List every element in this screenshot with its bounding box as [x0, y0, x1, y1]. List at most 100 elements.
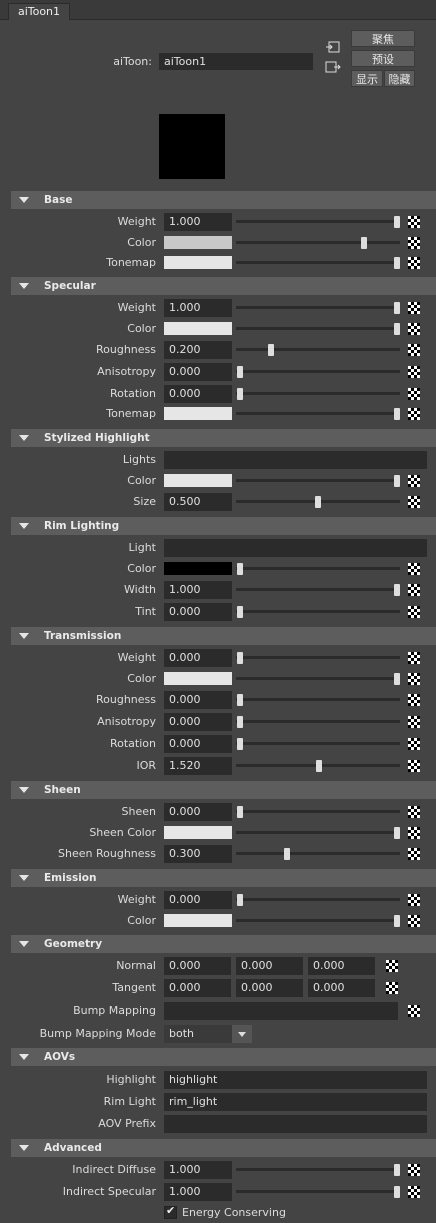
transmission-anisotropy-field[interactable]: 0.000: [164, 713, 232, 731]
sheen-map-button[interactable]: [408, 806, 420, 818]
section-stylized-highlight[interactable]: Stylized Highlight: [11, 429, 436, 447]
transmission-weight-map-button[interactable]: [408, 652, 420, 664]
specular-tonemap-map-button[interactable]: [408, 408, 420, 420]
section-aovs[interactable]: AOVs: [11, 1048, 436, 1066]
specular-color-slider[interactable]: [236, 327, 400, 330]
tangent-z-field[interactable]: 0.000: [308, 979, 375, 997]
tangent-x-field[interactable]: 0.000: [164, 979, 231, 997]
output-connections-icon[interactable]: [325, 60, 341, 74]
specular-roughness-map-button[interactable]: [408, 344, 420, 356]
transmission-color-slider-handle[interactable]: [394, 673, 400, 685]
tangent-y-field[interactable]: 0.000: [236, 979, 303, 997]
indirect-diffuse-slider-handle[interactable]: [394, 1164, 400, 1176]
emission-weight-slider-handle[interactable]: [237, 894, 243, 906]
base-tonemap-map-button[interactable]: [408, 257, 420, 269]
transmission-rotation-slider[interactable]: [236, 742, 400, 745]
stylized-size-field[interactable]: 0.500: [164, 493, 232, 511]
specular-anisotropy-map-button[interactable]: [408, 366, 420, 378]
emission-color-map-button[interactable]: [408, 915, 420, 927]
tangent-map-button[interactable]: [386, 982, 398, 994]
transmission-anisotropy-map-button[interactable]: [408, 716, 420, 728]
node-name-field[interactable]: aiToon1: [159, 53, 313, 70]
rim-width-slider-handle[interactable]: [394, 584, 400, 596]
specular-color-swatch[interactable]: [164, 322, 232, 335]
specular-tonemap-swatch[interactable]: [164, 407, 232, 420]
rim-color-map-button[interactable]: [408, 563, 420, 575]
rim-color-slider-handle[interactable]: [237, 563, 243, 575]
sheen-field[interactable]: 0.000: [164, 803, 232, 821]
rim-tint-slider[interactable]: [236, 610, 400, 613]
aov-prefix-field[interactable]: [164, 1115, 427, 1133]
section-emission[interactable]: Emission: [11, 869, 436, 887]
specular-roughness-slider-handle[interactable]: [268, 344, 274, 356]
transmission-weight-slider[interactable]: [236, 656, 400, 659]
rim-color-slider[interactable]: [236, 567, 400, 570]
base-color-slider-handle[interactable]: [361, 237, 367, 249]
rim-tint-slider-handle[interactable]: [237, 606, 243, 618]
transmission-anisotropy-slider-handle[interactable]: [237, 716, 243, 728]
section-sheen[interactable]: Sheen: [11, 781, 436, 799]
section-advanced[interactable]: Advanced: [11, 1139, 436, 1157]
stylized-color-map-button[interactable]: [408, 475, 420, 487]
transmission-rotation-field[interactable]: 0.000: [164, 735, 232, 753]
specular-weight-slider-handle[interactable]: [394, 302, 400, 314]
rim-width-map-button[interactable]: [408, 584, 420, 596]
rim-width-field[interactable]: 1.000: [164, 581, 232, 599]
aov-highlight-field[interactable]: highlight: [164, 1071, 427, 1089]
normal-x-field[interactable]: 0.000: [164, 957, 231, 975]
sheen-roughness-field[interactable]: 0.300: [164, 845, 232, 863]
transmission-ior-slider-handle[interactable]: [316, 760, 322, 772]
aov-rim-light-field[interactable]: rim_light: [164, 1093, 427, 1111]
rim-tint-map-button[interactable]: [408, 606, 420, 618]
emission-color-slider-handle[interactable]: [394, 915, 400, 927]
specular-rotation-slider-handle[interactable]: [237, 388, 243, 400]
emission-weight-field[interactable]: 0.000: [164, 891, 232, 909]
tab-aitoon1[interactable]: aiToon1: [8, 3, 70, 20]
specular-roughness-slider[interactable]: [236, 348, 400, 351]
bump-mapping-mode-dropdown[interactable]: both: [164, 1025, 252, 1043]
focus-button[interactable]: 聚焦: [351, 30, 415, 47]
specular-anisotropy-field[interactable]: 0.000: [164, 363, 232, 381]
sheen-color-slider[interactable]: [236, 831, 400, 834]
energy-conserving-checkbox[interactable]: [164, 1204, 177, 1219]
indirect-diffuse-field[interactable]: 1.000: [164, 1161, 232, 1179]
specular-anisotropy-slider-handle[interactable]: [237, 366, 243, 378]
base-weight-map-button[interactable]: [408, 216, 420, 228]
transmission-color-swatch[interactable]: [164, 672, 232, 685]
transmission-roughness-slider-handle[interactable]: [237, 694, 243, 706]
sheen-roughness-slider[interactable]: [236, 852, 400, 855]
base-weight-field[interactable]: 1.000: [164, 213, 232, 231]
indirect-specular-slider[interactable]: [236, 1190, 400, 1193]
transmission-rotation-slider-handle[interactable]: [237, 738, 243, 750]
emission-weight-slider[interactable]: [236, 898, 400, 901]
input-connections-icon[interactable]: [325, 40, 341, 54]
specular-rotation-slider[interactable]: [236, 392, 400, 395]
show-button[interactable]: 显示: [351, 70, 383, 87]
specular-tonemap-slider[interactable]: [236, 412, 400, 415]
specular-color-map-button[interactable]: [408, 323, 420, 335]
transmission-color-map-button[interactable]: [408, 673, 420, 685]
transmission-roughness-slider[interactable]: [236, 698, 400, 701]
section-geometry[interactable]: Geometry: [11, 935, 436, 953]
transmission-ior-field[interactable]: 1.520: [164, 757, 232, 775]
normal-map-button[interactable]: [386, 960, 398, 972]
specular-weight-map-button[interactable]: [408, 302, 420, 314]
emission-weight-map-button[interactable]: [408, 894, 420, 906]
stylized-color-slider[interactable]: [236, 479, 400, 482]
base-color-slider[interactable]: [236, 241, 400, 244]
specular-roughness-field[interactable]: 0.200: [164, 341, 232, 359]
rim-width-slider[interactable]: [236, 588, 400, 591]
specular-anisotropy-slider[interactable]: [236, 370, 400, 373]
transmission-roughness-field[interactable]: 0.000: [164, 691, 232, 709]
emission-color-swatch[interactable]: [164, 914, 232, 927]
transmission-weight-field[interactable]: 0.000: [164, 649, 232, 667]
stylized-size-slider-handle[interactable]: [315, 496, 321, 508]
indirect-diffuse-slider[interactable]: [236, 1168, 400, 1171]
indirect-specular-field[interactable]: 1.000: [164, 1183, 232, 1201]
bump-mapping-field[interactable]: [164, 1002, 398, 1020]
stylized-color-swatch[interactable]: [164, 474, 232, 487]
stylized-color-slider-handle[interactable]: [394, 475, 400, 487]
sheen-slider-handle[interactable]: [237, 806, 243, 818]
sheen-roughness-map-button[interactable]: [408, 848, 420, 860]
hide-button[interactable]: 隐藏: [384, 70, 415, 87]
